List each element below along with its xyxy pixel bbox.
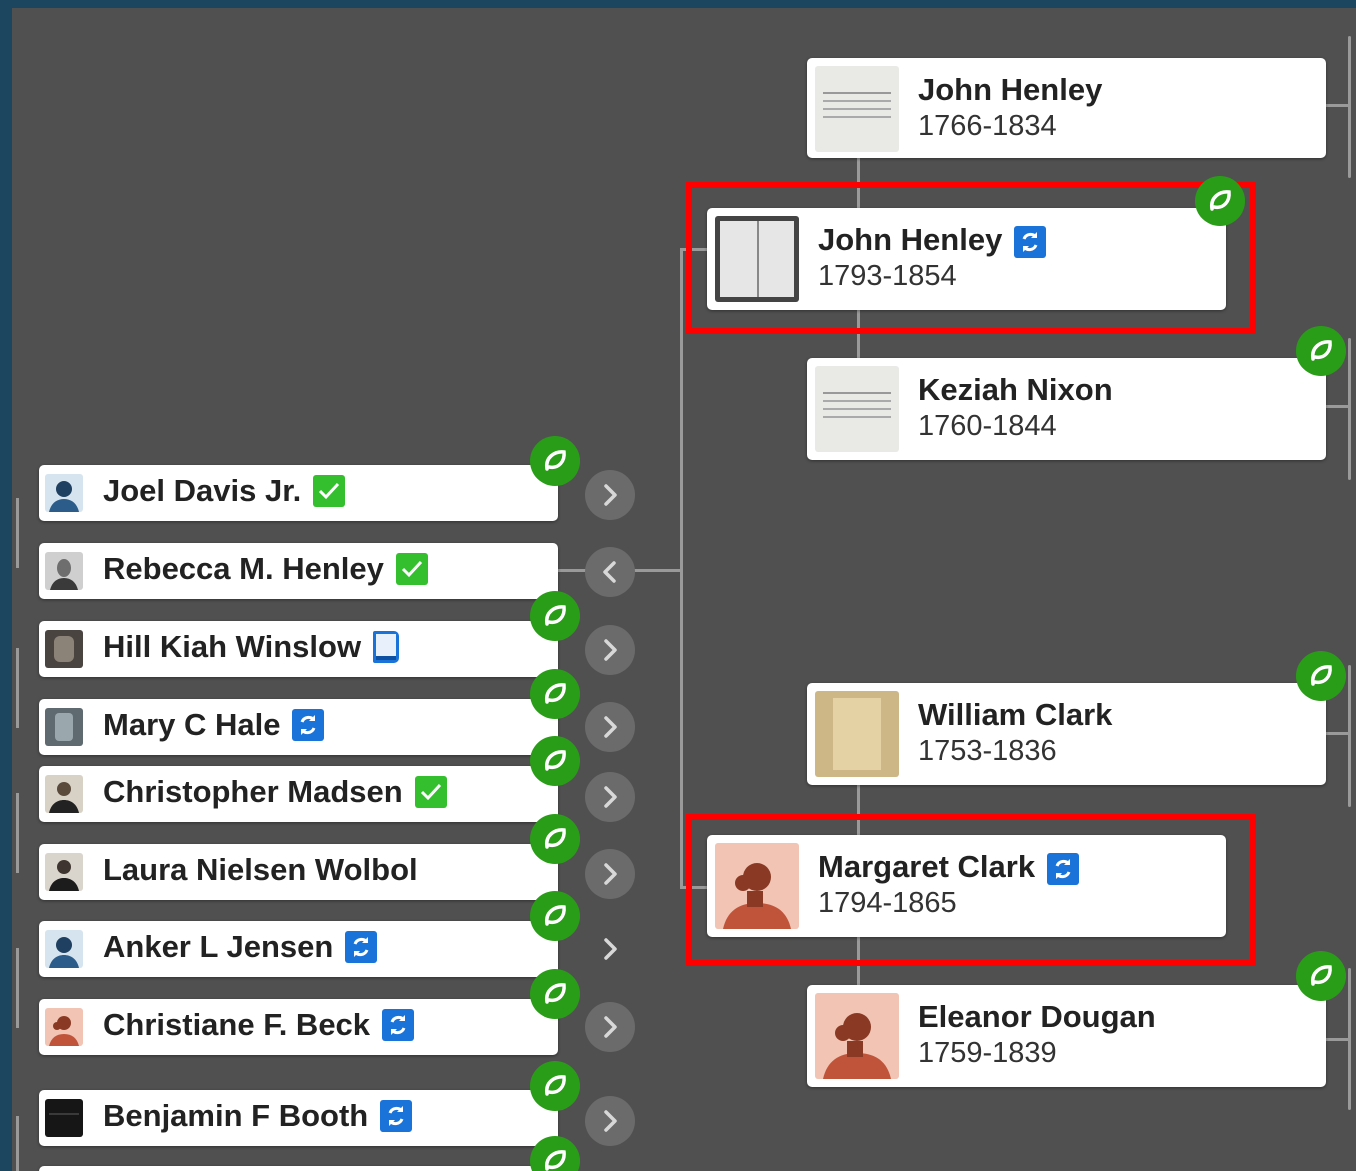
person-name: Laura Nielsen Wolbol [103,852,418,887]
life-years: 1759-1839 [918,1037,1057,1069]
dark-photo [45,1099,83,1137]
record-hint-icon[interactable] [530,1136,580,1171]
tree-canvas: John Henley 1766-1834 John Henley 1793-1… [12,8,1356,1171]
record-photo [815,691,899,777]
record-hint-icon[interactable] [1296,651,1346,701]
record-hint-icon[interactable] [530,891,580,941]
headstone-photo [45,708,83,746]
expand-chevron-right-icon[interactable] [595,924,625,974]
collapse-chevron-left-icon[interactable] [585,547,635,597]
record-hint-icon[interactable] [1296,326,1346,376]
expand-chevron-right-icon[interactable] [585,772,635,822]
descendant-card[interactable]: Mary C Hale [39,699,558,755]
descendant-card[interactable]: Benjamin F Booth [39,1090,558,1146]
connector [1348,665,1351,807]
male-avatar-icon [45,930,83,968]
descendant-card[interactable]: Anker L Jensen [39,921,558,977]
headstone-photo [45,630,83,668]
person-name: Anker L Jensen [103,929,378,965]
sync-icon[interactable] [380,1100,413,1132]
ancestor-card[interactable]: Eleanor Dougan 1759-1839 [807,985,1326,1087]
person-name: Hill Kiah Winslow [103,629,400,665]
record-photo [815,66,899,152]
descendant-card[interactable]: Laura Nielsen Wolbol [39,844,558,900]
record-hint-icon[interactable] [530,1061,580,1111]
record-hint-icon[interactable] [1296,951,1346,1001]
person-name: Eleanor Dougan [918,999,1156,1034]
descendant-card[interactable]: Christopher Madsen [39,766,558,822]
connector [680,248,683,888]
record-hint-icon[interactable] [530,969,580,1019]
life-years: 1753-1836 [918,735,1057,767]
connector [1326,104,1350,107]
expand-chevron-right-icon[interactable] [585,1096,635,1146]
expand-chevron-right-icon[interactable] [585,1002,635,1052]
female-avatar-icon [815,993,899,1079]
person-name: Keziah Nixon [918,372,1113,407]
highlight-box [686,182,1256,334]
connector [1326,405,1350,408]
record-hint-icon[interactable] [530,736,580,786]
person-name: Christiane F. Beck [103,1007,415,1043]
male-avatar-icon [45,474,83,512]
sync-icon[interactable] [292,709,325,741]
connector [1348,338,1351,480]
descendant-card[interactable]: Joel Davis Jr. [39,465,558,521]
expand-chevron-right-icon[interactable] [585,625,635,675]
expand-chevron-right-icon[interactable] [585,470,635,520]
check-icon [313,475,346,507]
connector [16,1116,19,1171]
record-photo [815,366,899,452]
person-name: Rebecca M. Henley [103,551,428,587]
descendant-card[interactable]: Christiane F. Beck [39,999,558,1055]
person-name: Mary C Hale [103,707,325,743]
person-name: Benjamin F Booth [103,1098,413,1134]
ancestor-card[interactable]: Keziah Nixon 1760-1844 [807,358,1326,460]
connector [1326,1038,1350,1041]
check-icon [414,776,447,808]
expand-chevron-right-icon[interactable] [585,849,635,899]
record-hint-icon[interactable] [530,436,580,486]
connector [1348,36,1351,178]
descendant-card[interactable]: Rebecca M. Henley [39,543,558,599]
sync-icon[interactable] [382,1009,415,1041]
expand-chevron-right-icon[interactable] [585,702,635,752]
person-name: Christopher Madsen [103,774,447,810]
connector [16,793,19,873]
record-hint-icon[interactable] [530,814,580,864]
person-name: William Clark [918,697,1113,732]
life-years: 1766-1834 [918,110,1057,142]
ancestor-card[interactable]: John Henley 1766-1834 [807,58,1326,158]
portrait-photo [45,853,83,891]
connector [1348,968,1351,1110]
ancestor-card[interactable]: William Clark 1753-1836 [807,683,1326,785]
portrait-photo [45,552,83,590]
connector [1326,732,1350,735]
connector [16,648,19,728]
descendant-card[interactable] [39,1166,558,1171]
record-hint-icon[interactable] [530,591,580,641]
descendant-card[interactable]: Hill Kiah Winslow [39,621,558,677]
connector [16,948,19,1028]
check-icon [395,553,428,585]
life-years: 1760-1844 [918,410,1057,442]
connector [16,498,19,568]
highlight-box [686,814,1256,966]
record-hint-icon[interactable] [530,669,580,719]
portrait-photo [45,775,83,813]
sync-icon[interactable] [345,931,378,963]
female-avatar-icon [45,1008,83,1046]
book-icon [373,631,400,663]
person-name: John Henley [918,72,1103,107]
record-hint-icon[interactable] [1195,176,1245,226]
person-name: Joel Davis Jr. [103,473,346,509]
